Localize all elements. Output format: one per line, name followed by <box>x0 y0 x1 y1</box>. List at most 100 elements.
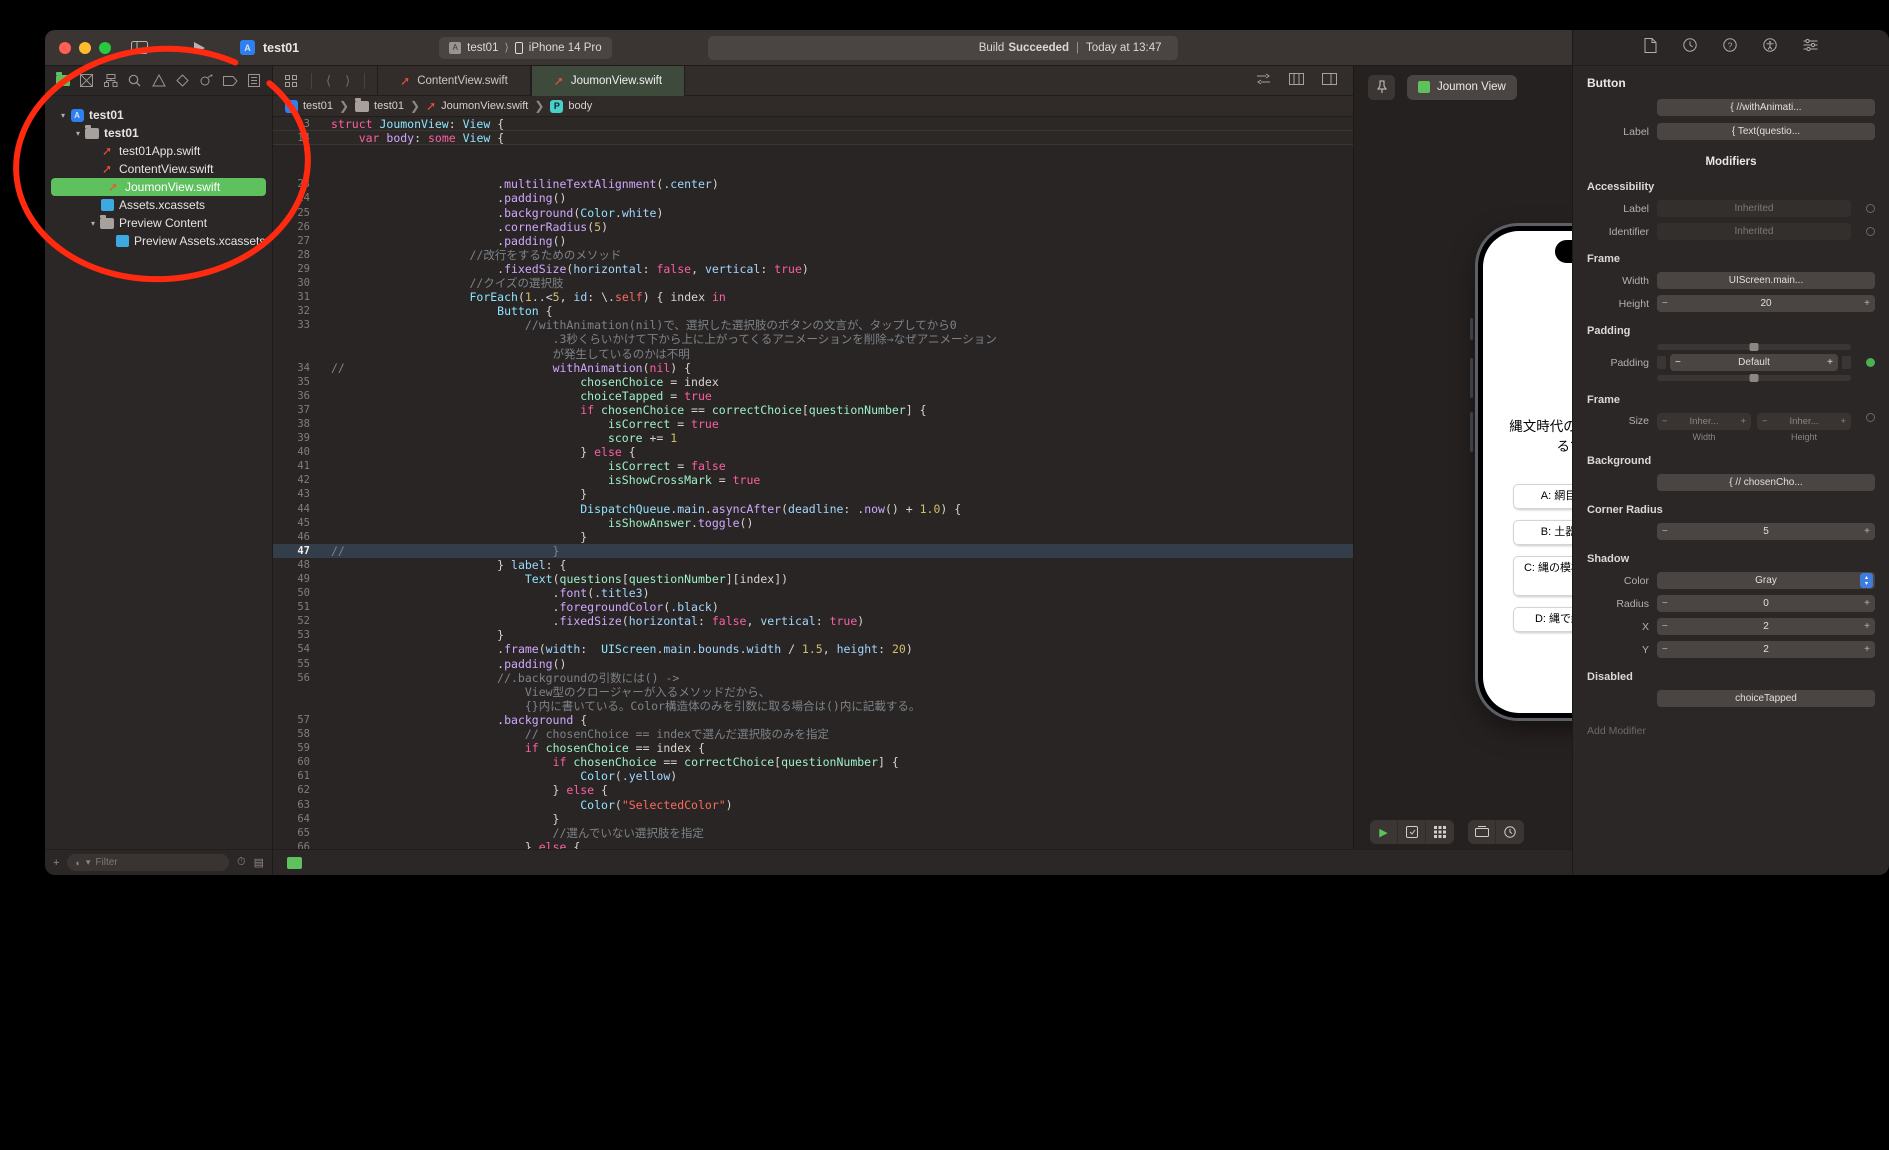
code-line[interactable]: 47 // } <box>273 543 1353 558</box>
code-line[interactable]: 34 // withAnimation(nil) { <box>273 361 1353 375</box>
navigator-tab-find[interactable] <box>123 70 147 92</box>
live-preview-play-icon[interactable]: ▶ <box>1370 820 1398 844</box>
source-code[interactable]: 23 .multilineTextAlignment(.center) 24 .p… <box>273 145 1353 875</box>
minimize-button[interactable] <box>79 41 91 54</box>
tree-item-assets-xcassets[interactable]: Assets.xcassets <box>45 196 272 214</box>
code-line[interactable]: 33 //withAnimation(nil)で、選択した選択肢のボタンの文言が… <box>273 318 1353 332</box>
file-tab-joumonview-swift[interactable]: ➚ JoumonView.swift <box>530 65 686 96</box>
code-line[interactable]: 42 isShowCrossMark = true <box>273 473 1353 487</box>
breadcrumb-item-3[interactable]: Pbody <box>550 99 592 113</box>
stepper-decrement-icon[interactable]: − <box>1662 621 1668 632</box>
editor-options-icon[interactable] <box>285 74 297 87</box>
stepper-decrement-icon[interactable]: − <box>1662 298 1668 309</box>
padding-value-field[interactable]: − Default + <box>1670 354 1838 371</box>
padding-active-indicator[interactable] <box>1866 358 1875 367</box>
zoom-button[interactable] <box>99 41 111 54</box>
quick-help-inspector-icon[interactable]: ? <box>1723 38 1737 57</box>
stepper-decrement-icon[interactable]: − <box>1662 598 1668 609</box>
code-line[interactable]: 61 Color(.yellow) <box>273 769 1353 783</box>
code-line[interactable]: 60 if chosenChoice == correctChoice[ques… <box>273 755 1353 769</box>
code-review-icon[interactable] <box>1256 72 1271 90</box>
padding-left-bar[interactable] <box>1657 356 1666 369</box>
stepper-increment-icon[interactable]: + <box>1864 621 1870 632</box>
navigator-tab-source-control[interactable] <box>75 70 99 92</box>
disclosure-triangle-icon[interactable]: ▾ <box>87 219 99 228</box>
code-line[interactable]: 38 isCorrect = true <box>273 417 1353 431</box>
code-line[interactable]: 58 // chosenChoice == indexで選んだ選択肢のみを指定 <box>273 727 1353 741</box>
preview-variants-icon[interactable] <box>1426 820 1454 844</box>
stepper-increment-icon[interactable]: + <box>1864 644 1870 655</box>
filter-input[interactable]: Filter <box>95 857 117 868</box>
inspector-value-0-0[interactable]: Inherited <box>1657 200 1851 217</box>
inspector-field-value-1[interactable]: { Text(questio... <box>1657 123 1875 140</box>
go-forward-icon[interactable]: ⟩ <box>345 73 350 89</box>
shadow-color-select[interactable]: Gray ▴ ▾ <box>1657 572 1875 589</box>
code-line[interactable]: 29 .fixedSize(horizontal: false, vertica… <box>273 262 1353 276</box>
code-line[interactable]: 26 .cornerRadius(5) <box>273 220 1353 234</box>
breadcrumb-item-1[interactable]: test01 <box>355 97 404 112</box>
build-status-bar[interactable]: Build Succeeded | Today at 13:47 <box>707 35 1178 60</box>
inspector-value-1-0[interactable]: UIScreen.main... <box>1657 272 1875 289</box>
code-line[interactable]: 41 isCorrect = false <box>273 459 1353 473</box>
code-line[interactable]: 23 .multilineTextAlignment(.center) <box>273 177 1353 191</box>
add-file-button[interactable]: + <box>53 857 59 869</box>
inherit-radio[interactable] <box>1866 227 1875 236</box>
file-tab-contentview-swift[interactable]: ➚ ContentView.swift <box>377 65 531 96</box>
inspect-preview-icon[interactable] <box>1398 820 1426 844</box>
inspector-stepper-6-1[interactable]: − 0 + <box>1657 595 1875 612</box>
code-line[interactable]: 25 .background(Color.white) <box>273 206 1353 220</box>
breadcrumb-item-0[interactable]: Atest01 <box>285 99 333 113</box>
inspector-stepper-5-0[interactable]: − 5 + <box>1657 523 1875 540</box>
disclosure-triangle-icon[interactable]: ▾ <box>57 111 69 120</box>
code-line[interactable]: 62 } else { <box>273 783 1353 797</box>
code-line[interactable]: 27 .padding() <box>273 234 1353 248</box>
inspector-stepper-1-1[interactable]: − 20 + <box>1657 295 1875 312</box>
canvas-toggle-icon[interactable] <box>1322 72 1337 90</box>
inherit-radio[interactable] <box>1866 413 1875 422</box>
inspector-value-4-0[interactable]: { // chosenCho... <box>1657 474 1875 491</box>
console-toggle-icon[interactable] <box>287 856 302 869</box>
code-line[interactable]: 37 if chosenChoice == correctChoice[ques… <box>273 403 1353 417</box>
accessibility-inspector-icon[interactable] <box>1763 38 1777 57</box>
code-line[interactable]: 52 .fixedSize(horizontal: false, vertica… <box>273 614 1353 628</box>
code-line[interactable]: 59 if chosenChoice == index { <box>273 741 1353 755</box>
code-line[interactable]: 35 chosenChoice = index <box>273 375 1353 389</box>
size-height-field[interactable]: − Inher... + <box>1757 413 1851 430</box>
inherit-radio[interactable] <box>1866 204 1875 213</box>
code-line[interactable]: 31 ForEach(1..<5, id: \.self) { index in <box>273 290 1353 304</box>
tree-item-preview-assets-xcassets[interactable]: Preview Assets.xcassets <box>45 232 272 250</box>
code-line[interactable]: 28 //改行をするためのメソッド <box>273 248 1353 262</box>
padding-top-bar[interactable] <box>1657 343 1851 351</box>
code-line[interactable]: 64 } <box>273 812 1353 826</box>
code-line[interactable]: .3秒くらいかけて下から上に上がってくるアニメーションを削除→なぜアニメーション <box>273 332 1353 346</box>
code-line[interactable]: 48 } label: { <box>273 558 1353 572</box>
slow-animations-icon[interactable] <box>1496 820 1524 844</box>
code-line[interactable]: View型のクロージャーが入るメソッドだから、 <box>273 685 1353 699</box>
navigator-tab-tests[interactable] <box>170 70 194 92</box>
project-chip[interactable]: A test01 <box>240 40 299 55</box>
size-width-field[interactable]: − Inher... + <box>1657 413 1751 430</box>
code-line[interactable]: 56 //.backgroundの引数には() -> <box>273 671 1353 685</box>
navigator-tab-hierarchy[interactable] <box>99 70 123 92</box>
code-line[interactable]: 24 .padding() <box>273 191 1353 205</box>
tree-item-contentview-swift[interactable]: ➚ ContentView.swift <box>45 160 272 178</box>
code-line[interactable]: 45 isShowAnswer.toggle() <box>273 516 1353 530</box>
navigator-tab-breakpoints[interactable] <box>218 70 242 92</box>
tree-item-test01app-swift[interactable]: ➚ test01App.swift <box>45 142 272 160</box>
recent-files-filter-icon[interactable]: ⏱ <box>237 856 246 869</box>
code-editor[interactable]: 3 struct JoumonView: View {14 var body: s… <box>273 117 1353 875</box>
navigator-tab-project[interactable] <box>51 70 75 92</box>
stepper-decrement-icon[interactable]: − <box>1662 644 1668 655</box>
code-line[interactable]: 57 .background { <box>273 713 1353 727</box>
code-line[interactable]: 65 //選んでいない選択肢を指定 <box>273 826 1353 840</box>
navigator-tab-reports[interactable] <box>242 70 266 92</box>
code-line[interactable]: 51 .foregroundColor(.black) <box>273 600 1353 614</box>
code-line[interactable]: 46 } <box>273 530 1353 544</box>
code-line[interactable]: 30 //クイズの選択肢 <box>273 276 1353 290</box>
chevron-updown-icon[interactable]: ▴ ▾ <box>1860 573 1873 588</box>
close-button[interactable] <box>59 41 71 54</box>
filter-input-wrapper[interactable]: ◐ ▾ Filter <box>67 854 229 871</box>
go-back-icon[interactable]: ⟨ <box>326 73 331 89</box>
code-line[interactable]: 63 Color("SelectedColor") <box>273 798 1353 812</box>
code-line[interactable]: が発生しているのかは不明 <box>273 347 1353 361</box>
